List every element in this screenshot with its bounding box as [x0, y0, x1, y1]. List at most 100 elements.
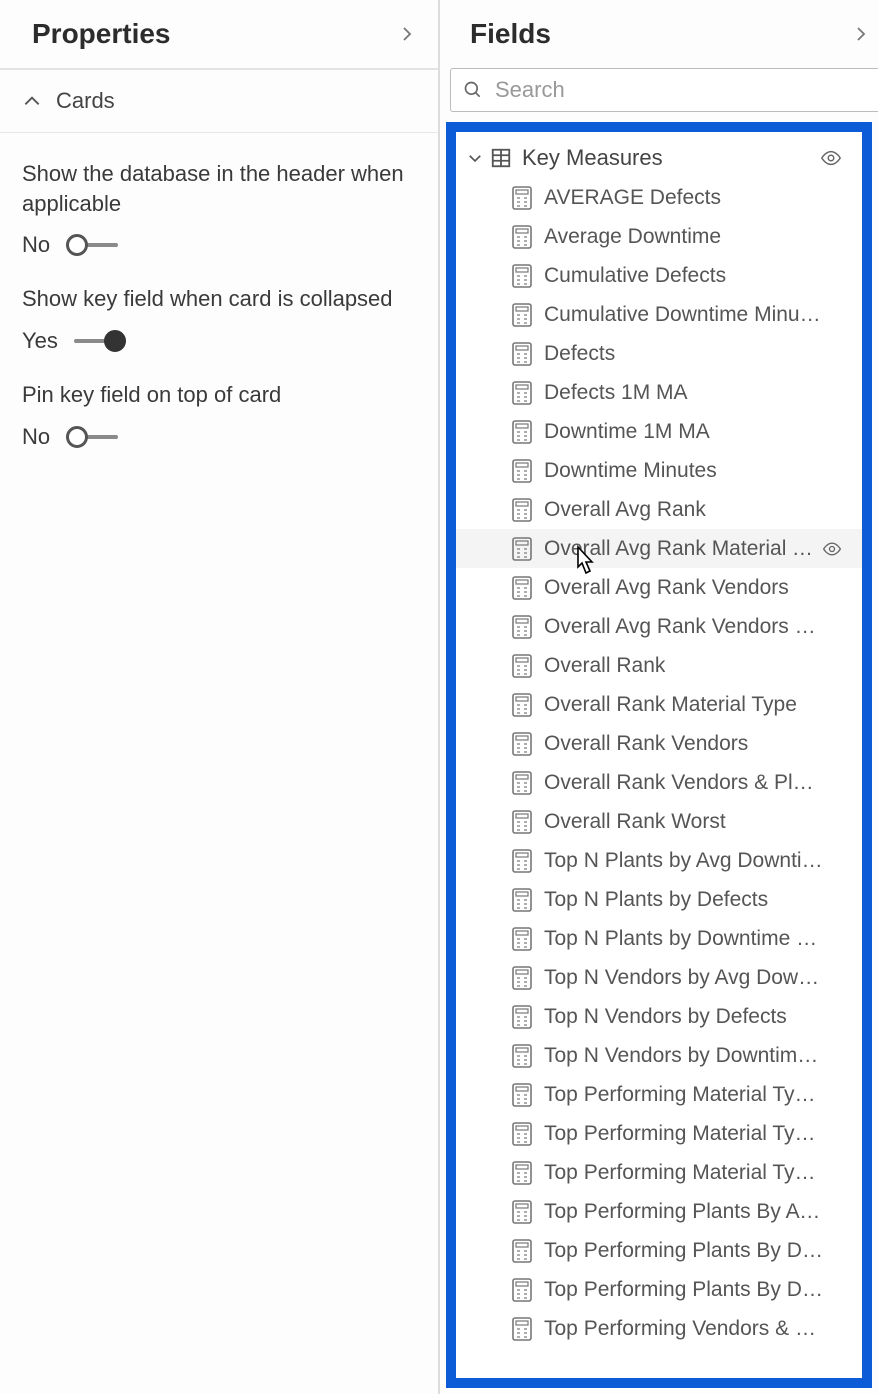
field-row[interactable]: Overall Rank Worst — [456, 802, 862, 841]
toggle-state: Yes — [22, 328, 58, 354]
toggle-switch[interactable] — [66, 425, 120, 449]
measure-icon — [512, 732, 532, 756]
property-label: Pin key field on top of card — [22, 380, 416, 410]
field-row[interactable]: Overall Avg Rank — [456, 490, 862, 529]
field-label: Overall Rank Material Type — [544, 693, 797, 717]
field-label: Top N Plants by Defects — [544, 888, 768, 912]
field-label: Overall Avg Rank — [544, 498, 706, 522]
measure-icon — [512, 888, 532, 912]
measure-icon — [512, 537, 532, 561]
field-label: Downtime Minutes — [544, 459, 717, 483]
field-row[interactable]: Average Downtime — [456, 217, 862, 256]
property-label: Show the database in the header when app… — [22, 159, 416, 218]
measure-icon — [512, 1005, 532, 1029]
field-row[interactable]: Overall Rank — [456, 646, 862, 685]
field-row[interactable]: Defects — [456, 334, 862, 373]
measure-icon — [512, 771, 532, 795]
measure-icon — [512, 459, 532, 483]
field-label: Top N Vendors by Avg Downt… — [544, 966, 824, 990]
eye-icon[interactable] — [820, 147, 842, 169]
field-row[interactable]: Top N Vendors by Downtime … — [456, 1036, 862, 1075]
search-icon — [463, 80, 483, 100]
field-row[interactable]: Top Performing Material Type… — [456, 1075, 862, 1114]
toggle-switch[interactable] — [74, 329, 128, 353]
eye-icon[interactable] — [822, 539, 842, 559]
field-label: Top Performing Plants By Do… — [544, 1278, 824, 1302]
measure-icon — [512, 1278, 532, 1302]
field-row[interactable]: Top Performing Plants By Do… — [456, 1270, 862, 1309]
measure-icon — [512, 1200, 532, 1224]
field-row[interactable]: Top Performing Material Type… — [456, 1114, 862, 1153]
chevron-up-icon — [22, 91, 42, 111]
table-name: Key Measures — [522, 145, 663, 171]
field-row[interactable]: Top N Vendors by Avg Downt… — [456, 958, 862, 997]
field-label: Overall Rank Vendors — [544, 732, 748, 756]
field-label: Average Downtime — [544, 225, 721, 249]
measure-icon — [512, 381, 532, 405]
field-label: Cumulative Downtime Minutes — [544, 303, 824, 327]
properties-header[interactable]: Properties — [0, 0, 438, 70]
field-label: Top Performing Plants By Avg… — [544, 1200, 824, 1224]
field-row[interactable]: Overall Avg Rank Vendors — [456, 568, 862, 607]
fields-highlight: Key Measures AVERAGE Defects Average Downt… — [446, 122, 872, 1388]
field-row[interactable]: Top Performing Plants By Def… — [456, 1231, 862, 1270]
field-row[interactable]: Top N Plants by Defects — [456, 880, 862, 919]
measure-icon — [512, 1122, 532, 1146]
field-label: Overall Avg Rank Vendors — [544, 576, 789, 600]
property-item: Pin key field on top of cardNo — [22, 380, 416, 450]
field-row[interactable]: AVERAGE Defects — [456, 178, 862, 217]
cards-section-header[interactable]: Cards — [0, 70, 438, 133]
measure-icon — [512, 693, 532, 717]
field-label: AVERAGE Defects — [544, 186, 721, 210]
field-row[interactable]: Top N Plants by Downtime Mi… — [456, 919, 862, 958]
search-input[interactable] — [493, 76, 866, 104]
measure-icon — [512, 186, 532, 210]
field-row[interactable]: Cumulative Downtime Minutes — [456, 295, 862, 334]
field-label: Cumulative Defects — [544, 264, 726, 288]
field-row[interactable]: Overall Rank Vendors — [456, 724, 862, 763]
measure-icon — [512, 927, 532, 951]
field-row[interactable]: Top Performing Plants By Avg… — [456, 1192, 862, 1231]
field-label: Top Performing Material Type… — [544, 1122, 824, 1146]
fields-title: Fields — [470, 18, 551, 50]
field-label: Top Performing Vendors & Pl… — [544, 1317, 824, 1341]
fields-header[interactable]: Fields — [440, 0, 878, 68]
field-row[interactable]: Top Performing Vendors & Pl… — [456, 1309, 862, 1348]
chevron-right-icon[interactable] — [852, 25, 870, 43]
field-label: Overall Rank Vendors & Plants — [544, 771, 824, 795]
field-label: Downtime 1M MA — [544, 420, 710, 444]
fields-panel: Fields Key Measures AVERAGE Defects Averag… — [440, 0, 878, 1394]
field-row[interactable]: Overall Rank Material Type — [456, 685, 862, 724]
field-row[interactable]: Overall Avg Rank Vendors Pla… — [456, 607, 862, 646]
measure-icon — [512, 849, 532, 873]
field-row[interactable]: Cumulative Defects — [456, 256, 862, 295]
search-box[interactable] — [450, 68, 878, 112]
properties-title: Properties — [32, 18, 171, 50]
measure-icon — [512, 1083, 532, 1107]
property-item: Show the database in the header when app… — [22, 159, 416, 258]
field-row[interactable]: Downtime Minutes — [456, 451, 862, 490]
chevron-right-icon[interactable] — [398, 25, 416, 43]
field-label: Overall Rank Worst — [544, 810, 726, 834]
field-label: Top N Vendors by Downtime … — [544, 1044, 824, 1068]
measure-icon — [512, 303, 532, 327]
field-row[interactable]: Downtime 1M MA — [456, 412, 862, 451]
field-label: Top Performing Material Type… — [544, 1083, 824, 1107]
measure-icon — [512, 498, 532, 522]
field-row[interactable]: Overall Avg Rank Material Type — [456, 529, 862, 568]
properties-panel: Properties Cards Show the database in th… — [0, 0, 440, 1394]
measure-icon — [512, 615, 532, 639]
field-row[interactable]: Top N Vendors by Defects — [456, 997, 862, 1036]
table-row-key-measures[interactable]: Key Measures — [456, 138, 862, 178]
measure-icon — [512, 420, 532, 444]
field-label: Overall Rank — [544, 654, 665, 678]
toggle-switch[interactable] — [66, 233, 120, 257]
cards-label: Cards — [56, 88, 115, 114]
property-label: Show key field when card is collapsed — [22, 284, 416, 314]
field-label: Top N Plants by Avg Downtim… — [544, 849, 824, 873]
field-row[interactable]: Defects 1M MA — [456, 373, 862, 412]
field-row[interactable]: Top Performing Material Type… — [456, 1153, 862, 1192]
field-row[interactable]: Overall Rank Vendors & Plants — [456, 763, 862, 802]
measure-icon — [512, 654, 532, 678]
field-row[interactable]: Top N Plants by Avg Downtim… — [456, 841, 862, 880]
